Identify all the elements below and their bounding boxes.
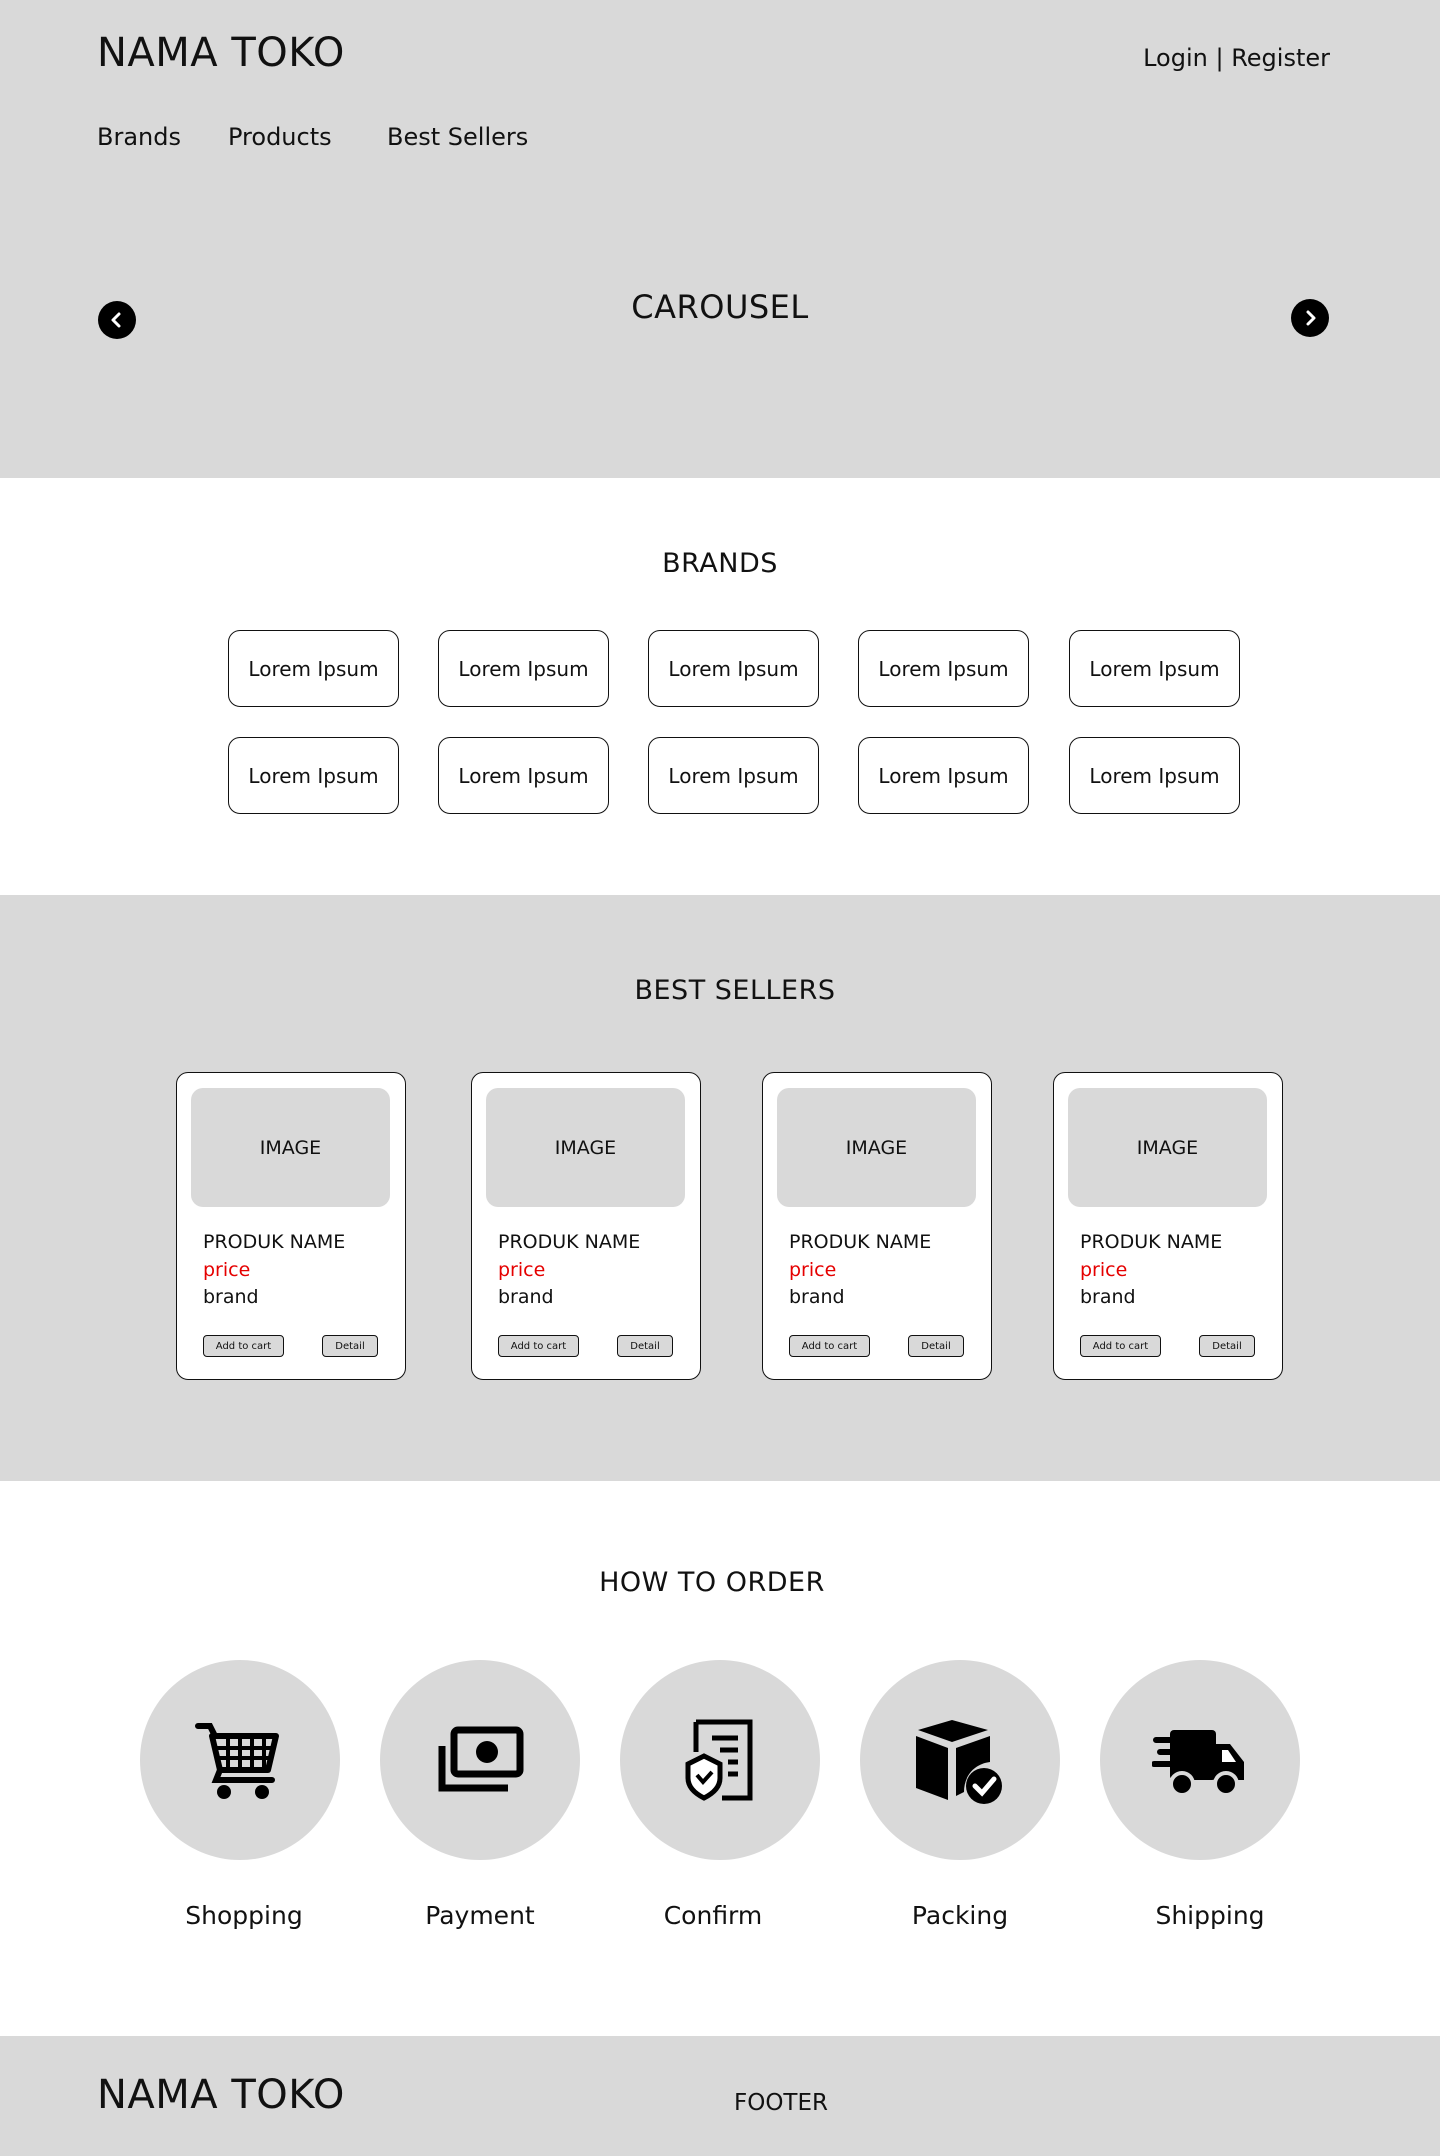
step-packing xyxy=(860,1660,1060,1860)
detail-button[interactable]: Detail xyxy=(1199,1335,1255,1357)
product-brand: brand xyxy=(789,1286,845,1308)
brand-chip[interactable]: Lorem Ipsum xyxy=(858,630,1029,707)
footer: NAMA TOKO FOOTER xyxy=(0,2036,1440,2156)
step-payment xyxy=(380,1660,580,1860)
product-price: price xyxy=(203,1259,251,1281)
money-icon xyxy=(438,1726,524,1792)
add-to-cart-button[interactable]: Add to cart xyxy=(1080,1335,1161,1357)
login-link[interactable]: Login xyxy=(1143,44,1208,72)
package-check-icon xyxy=(916,1720,1002,1804)
brands-title: BRANDS xyxy=(662,548,778,579)
nav-products[interactable]: Products xyxy=(228,123,332,151)
brands-section: BRANDS Lorem Ipsum Lorem Ipsum Lorem Ips… xyxy=(0,478,1440,895)
brand-chip[interactable]: Lorem Ipsum xyxy=(438,630,609,707)
brand-chip[interactable]: Lorem Ipsum xyxy=(228,737,399,814)
register-link[interactable]: Register xyxy=(1231,44,1330,72)
step-shipping xyxy=(1100,1660,1300,1860)
brand-chip[interactable]: Lorem Ipsum xyxy=(648,737,819,814)
how-to-order-title: HOW TO ORDER xyxy=(599,1567,825,1598)
step-label: Confirm xyxy=(663,1901,763,1930)
product-card[interactable]: IMAGE PRODUK NAME price brand Add to car… xyxy=(762,1072,992,1380)
brand-chip[interactable]: Lorem Ipsum xyxy=(1069,630,1240,707)
product-name: PRODUK NAME xyxy=(498,1231,641,1253)
brand-chip[interactable]: Lorem Ipsum xyxy=(438,737,609,814)
product-image: IMAGE xyxy=(1068,1088,1267,1207)
delivery-truck-icon xyxy=(1152,1730,1244,1797)
footer-text: FOOTER xyxy=(734,2090,828,2116)
brand-chip[interactable]: Lorem Ipsum xyxy=(648,630,819,707)
step-confirm xyxy=(620,1660,820,1860)
product-name: PRODUK NAME xyxy=(203,1231,346,1253)
add-to-cart-button[interactable]: Add to cart xyxy=(789,1335,870,1357)
product-brand: brand xyxy=(1080,1286,1136,1308)
auth-separator: | xyxy=(1207,44,1232,72)
brand-chip[interactable]: Lorem Ipsum xyxy=(1069,737,1240,814)
detail-button[interactable]: Detail xyxy=(322,1335,378,1357)
how-to-order-section: HOW TO ORDER Shopping Payment Confirm Pa… xyxy=(0,1481,1440,2036)
hero-section: NAMA TOKO Login | Register Brands Produc… xyxy=(0,0,1440,478)
detail-button[interactable]: Detail xyxy=(908,1335,964,1357)
step-label: Shipping xyxy=(1155,1901,1265,1930)
product-card[interactable]: IMAGE PRODUK NAME price brand Add to car… xyxy=(471,1072,701,1380)
brand-chip[interactable]: Lorem Ipsum xyxy=(858,737,1029,814)
carousel-next-button[interactable] xyxy=(1291,299,1329,337)
document-shield-icon xyxy=(685,1719,753,1801)
product-name: PRODUK NAME xyxy=(1080,1231,1223,1253)
detail-button[interactable]: Detail xyxy=(617,1335,673,1357)
footer-logo[interactable]: NAMA TOKO xyxy=(97,2072,345,2118)
product-price: price xyxy=(498,1259,546,1281)
nav-brands[interactable]: Brands xyxy=(97,123,181,151)
carousel-title: CAROUSEL xyxy=(631,288,809,326)
chevron-right-icon xyxy=(1306,310,1316,326)
product-brand: brand xyxy=(203,1286,259,1308)
step-label: Payment xyxy=(425,1901,535,1930)
product-price: price xyxy=(789,1259,837,1281)
brand-chip[interactable]: Lorem Ipsum xyxy=(228,630,399,707)
step-shopping xyxy=(140,1660,340,1860)
product-card[interactable]: IMAGE PRODUK NAME price brand Add to car… xyxy=(1053,1072,1283,1380)
store-logo[interactable]: NAMA TOKO xyxy=(97,30,345,76)
product-image: IMAGE xyxy=(486,1088,685,1207)
best-sellers-title: BEST SELLERS xyxy=(634,975,836,1006)
product-price: price xyxy=(1080,1259,1128,1281)
add-to-cart-button[interactable]: Add to cart xyxy=(203,1335,284,1357)
step-label: Packing xyxy=(911,1901,1009,1930)
product-brand: brand xyxy=(498,1286,554,1308)
auth-links: Login | Register xyxy=(1143,44,1330,72)
product-card[interactable]: IMAGE PRODUK NAME price brand Add to car… xyxy=(176,1072,406,1380)
shopping-cart-icon xyxy=(195,1723,279,1799)
add-to-cart-button[interactable]: Add to cart xyxy=(498,1335,579,1357)
nav-best-sellers[interactable]: Best Sellers xyxy=(387,123,528,151)
product-name: PRODUK NAME xyxy=(789,1231,932,1253)
best-sellers-section: BEST SELLERS IMAGE PRODUK NAME price bra… xyxy=(0,895,1440,1481)
product-image: IMAGE xyxy=(191,1088,390,1207)
step-label: Shopping xyxy=(185,1901,303,1930)
product-image: IMAGE xyxy=(777,1088,976,1207)
